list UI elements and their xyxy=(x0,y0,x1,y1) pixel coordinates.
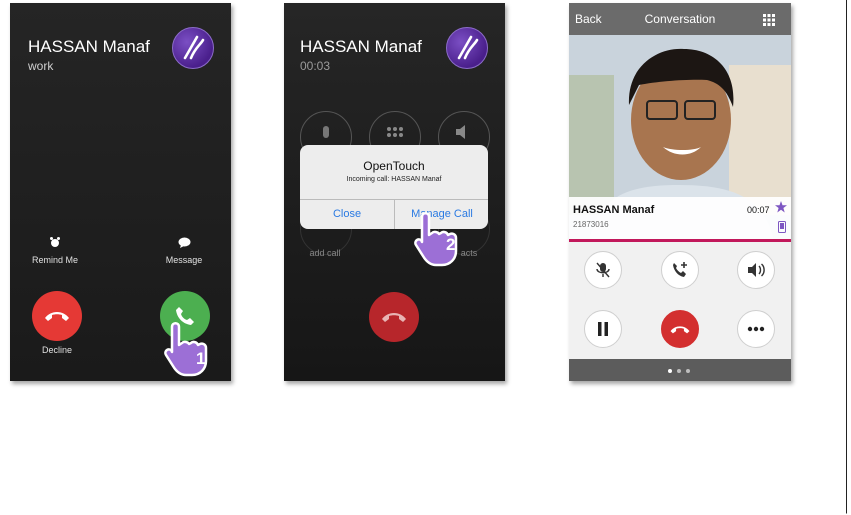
mute-button[interactable] xyxy=(584,251,622,289)
close-button[interactable]: Close xyxy=(300,199,394,229)
caller-name: HASSAN Manaf xyxy=(573,204,655,216)
caller-name: HASSAN Manaf xyxy=(300,37,422,56)
mobile-device-icon xyxy=(778,220,786,238)
in-call-screen: HASSAN Manaf 00:03 add call acts OpenTou… xyxy=(284,3,505,381)
hangup-icon xyxy=(670,325,690,333)
call-status-line xyxy=(569,239,791,242)
call-timer: 00:07 xyxy=(747,205,770,215)
message-icon[interactable] xyxy=(177,235,191,249)
incoming-call-screen: HASSAN Manaf work Remind Me Message Decl… xyxy=(10,3,231,381)
pause-icon xyxy=(598,322,608,336)
favorite-star-icon[interactable] xyxy=(775,200,787,218)
alcatel-logo-icon xyxy=(446,27,488,69)
tap-hand-icon: 1 xyxy=(162,319,224,381)
page-dot[interactable] xyxy=(686,369,690,373)
end-call-button[interactable] xyxy=(369,292,419,342)
remind-me-label[interactable]: Remind Me xyxy=(24,255,86,265)
screen-title: Conversation xyxy=(644,12,716,26)
speaker-icon xyxy=(748,263,765,277)
caller-name: HASSAN Manaf xyxy=(28,37,150,56)
ellipsis-icon xyxy=(747,326,765,332)
dialog-message: Incoming call: HASSAN Manaf xyxy=(346,176,442,183)
add-call-icon xyxy=(673,262,687,277)
page-dot[interactable] xyxy=(677,369,681,373)
grid-menu-icon[interactable] xyxy=(763,13,775,31)
alarm-icon[interactable] xyxy=(48,235,62,249)
page-indicator-bar xyxy=(569,359,791,381)
speaker-button[interactable] xyxy=(737,251,775,289)
decline-button[interactable] xyxy=(32,291,82,341)
add-call-label: add call xyxy=(309,248,341,258)
end-call-button[interactable] xyxy=(661,310,699,348)
step-number: 1 xyxy=(196,349,206,368)
caller-info-bar: HASSAN Manaf 21873016 00:07 xyxy=(569,197,791,239)
tap-hand-icon: 2 xyxy=(412,209,474,274)
page-dot-active[interactable] xyxy=(668,369,672,373)
microphone-mute-icon xyxy=(596,262,610,278)
alcatel-logo-icon xyxy=(172,27,214,69)
hold-button[interactable] xyxy=(584,310,622,348)
caller-number: 21873016 xyxy=(573,220,609,229)
conversation-screen: Back Conversation HASSAN Manaf 21873016 … xyxy=(569,3,791,381)
call-timer: 00:03 xyxy=(300,59,331,73)
message-label[interactable]: Message xyxy=(154,255,214,265)
add-call-button[interactable] xyxy=(661,251,699,289)
hangup-icon xyxy=(45,312,69,321)
more-options-button[interactable] xyxy=(737,310,775,348)
top-bar: Back Conversation xyxy=(569,3,791,35)
dialog-title: OpenTouch xyxy=(363,159,425,173)
decline-label: Decline xyxy=(41,345,72,355)
hangup-icon xyxy=(382,313,406,322)
step-number: 2 xyxy=(446,235,456,254)
caller-type: work xyxy=(28,59,54,73)
